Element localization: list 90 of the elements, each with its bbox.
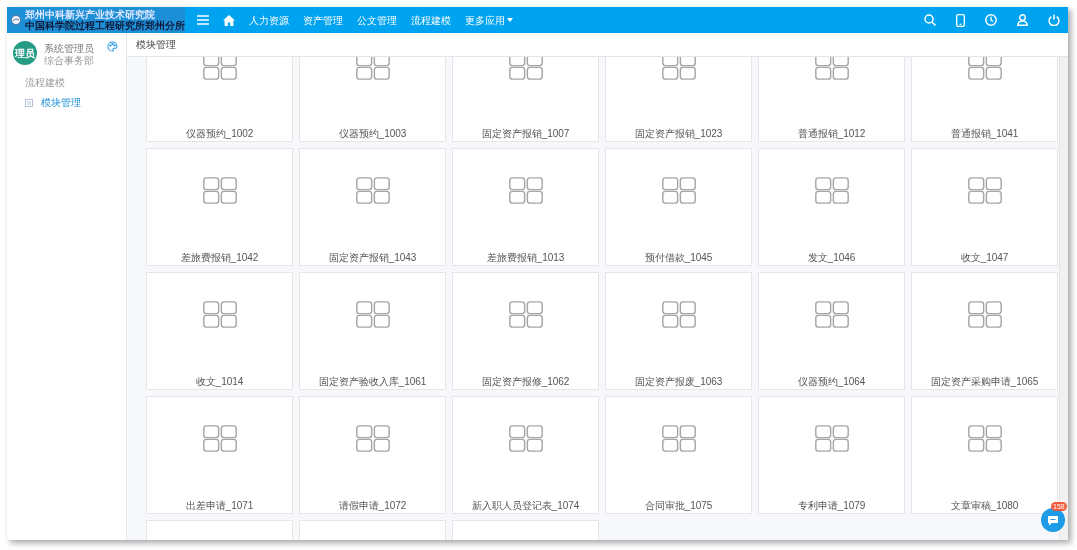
logo-text: 郑州中科新兴产业技术研究院 [25, 9, 155, 20]
logo-text: 中国科学院过程工程研究所郑州分所 [25, 20, 185, 31]
department: 综合事务部 [44, 55, 95, 67]
power-icon[interactable] [1048, 14, 1060, 26]
grid-icon [353, 301, 392, 328]
module-label: 普通报销_1012 [797, 127, 866, 141]
module-card[interactable]: 普通报销_1012 [758, 57, 905, 142]
module-label: 固定资产报废_1063 [634, 375, 723, 389]
module-label: 差旅费报销_1013 [486, 251, 565, 265]
module-card[interactable]: 出差申请_1071 [146, 396, 293, 514]
phone-icon[interactable] [956, 13, 965, 27]
module-card[interactable]: 请假申请_1072 [299, 396, 446, 514]
module-card[interactable]: 固定资产采购申请_1065 [911, 272, 1058, 390]
palette-icon[interactable] [107, 41, 118, 52]
grid-icon [353, 177, 392, 204]
module-card[interactable]: 仪器预约_1002 [146, 57, 293, 142]
module-label: 发文_1046 [807, 251, 856, 265]
grid-icon [506, 425, 545, 452]
grid-icon [659, 301, 698, 328]
grid-icon [506, 177, 545, 204]
grid-icon [200, 425, 239, 452]
search-icon[interactable] [924, 14, 936, 26]
grid-icon [353, 425, 392, 452]
module-card[interactable]: 固定资产报废_1063 [605, 272, 752, 390]
module-card[interactable]: 仪器预约_1003 [299, 57, 446, 142]
grid-icon [965, 425, 1004, 452]
module-label: 仪器预约_1003 [338, 127, 407, 141]
module-label: 固定资产采购申请_1065 [930, 375, 1039, 389]
module-card[interactable]: 差旅费报销_1042 [146, 148, 293, 266]
avatar: 理员 [13, 41, 37, 65]
menu-icon[interactable] [197, 15, 209, 25]
chat-icon [1047, 514, 1059, 526]
user-name: 系统管理员 [44, 43, 95, 55]
list-icon [25, 98, 33, 107]
grid-icon [659, 57, 698, 80]
module-label: 文章审稿_1080 [950, 499, 1019, 513]
grid-icon [506, 301, 545, 328]
grid-icon [353, 57, 392, 80]
module-card[interactable]: 普通报销_1041 [911, 57, 1058, 142]
module-label: 新入职人员登记表_1074 [471, 499, 580, 513]
caret-icon [507, 18, 513, 22]
grid-icon [659, 177, 698, 204]
grid-icon [812, 177, 851, 204]
grid-icon [200, 301, 239, 328]
grid-icon [965, 177, 1004, 204]
module-label: 专利申请_1079 [797, 499, 866, 513]
module-card[interactable]: 新入职人员登记表_1074 [452, 396, 599, 514]
module-label: 差旅费报销_1042 [180, 251, 259, 265]
grid-icon [965, 301, 1004, 328]
grid-icon [812, 301, 851, 328]
module-card[interactable]: 固定资产验收入库_1061 [299, 272, 446, 390]
module-card[interactable]: 固定资产报修_1062 [452, 272, 599, 390]
breadcrumb: 模块管理 [136, 38, 176, 52]
grid-icon [200, 177, 239, 204]
user-icon[interactable] [1017, 14, 1028, 26]
section-title: 流程建模 [24, 76, 66, 90]
module-label: 收文_1014 [195, 375, 244, 389]
grid-icon [812, 425, 851, 452]
sidebar-item[interactable]: 模块管理 [7, 95, 126, 110]
module-label: 固定资产报销_1007 [481, 127, 570, 141]
module-label: 固定资产验收入库_1061 [318, 375, 427, 389]
module-card[interactable]: 专利申请_1079 [758, 396, 905, 514]
grid-icon [200, 57, 239, 80]
module-card[interactable]: 预付借款_1045 [605, 148, 752, 266]
module-label: 收文_1047 [960, 251, 1009, 265]
module-card[interactable]: 发文_1046 [758, 148, 905, 266]
grid-icon [812, 57, 851, 80]
module-label: 合同审批_1075 [644, 499, 713, 513]
module-card[interactable]: 合同审批_1075 [605, 396, 752, 514]
module-card[interactable]: 收文_1047 [911, 148, 1058, 266]
module-label: 固定资产报销_1043 [328, 251, 417, 265]
home-icon[interactable] [223, 14, 235, 26]
grid-icon [965, 57, 1004, 80]
module-label: 固定资产报修_1062 [481, 375, 570, 389]
module-card[interactable]: 固定资产报销_1007 [452, 57, 599, 142]
grid-icon [659, 425, 698, 452]
module-label: 固定资产报销_1023 [634, 127, 723, 141]
clock-icon[interactable] [985, 14, 997, 26]
module-card[interactable]: 收文_1014 [146, 272, 293, 390]
module-label: 仪器预约_1064 [797, 375, 866, 389]
module-label: 请假申请_1072 [338, 499, 407, 513]
module-card[interactable]: 仪器预约_1064 [758, 272, 905, 390]
module-card[interactable]: 固定资产报销_1043 [299, 148, 446, 266]
module-label: 普通报销_1041 [950, 127, 1019, 141]
module-card[interactable]: 固定资产报销_1023 [605, 57, 752, 142]
module-card[interactable]: 差旅费报销_1013 [452, 148, 599, 266]
grid-icon [506, 57, 545, 80]
module-label: 预付借款_1045 [644, 251, 713, 265]
module-label: 出差申请_1071 [185, 499, 254, 513]
module-label: 仪器预约_1002 [185, 127, 254, 141]
